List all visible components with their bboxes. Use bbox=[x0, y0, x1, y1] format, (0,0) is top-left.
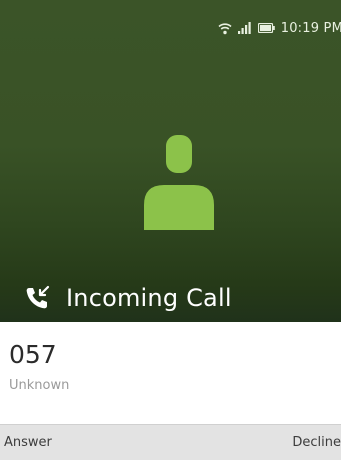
incoming-call-row: Incoming Call bbox=[24, 278, 232, 318]
wifi-icon bbox=[218, 22, 232, 35]
status-bar: 10:19 PM bbox=[218, 17, 341, 39]
battery-icon bbox=[257, 23, 275, 33]
decline-button[interactable]: Decline bbox=[292, 435, 341, 450]
caller-number: 057 bbox=[9, 340, 57, 369]
softkey-bar: Answer Decline bbox=[0, 424, 341, 460]
incoming-call-screen: 10:19 PM Incoming Call 057 Unknown Answe… bbox=[0, 0, 341, 460]
incoming-call-icon bbox=[24, 285, 50, 311]
status-time: 10:19 PM bbox=[280, 20, 341, 36]
call-header: 10:19 PM Incoming Call bbox=[0, 0, 341, 322]
caller-info bbox=[0, 322, 341, 422]
caller-label: Unknown bbox=[9, 378, 70, 393]
signal-icon bbox=[237, 22, 252, 34]
person-icon bbox=[144, 135, 214, 230]
answer-button[interactable]: Answer bbox=[4, 435, 52, 450]
call-title: Incoming Call bbox=[66, 284, 232, 312]
